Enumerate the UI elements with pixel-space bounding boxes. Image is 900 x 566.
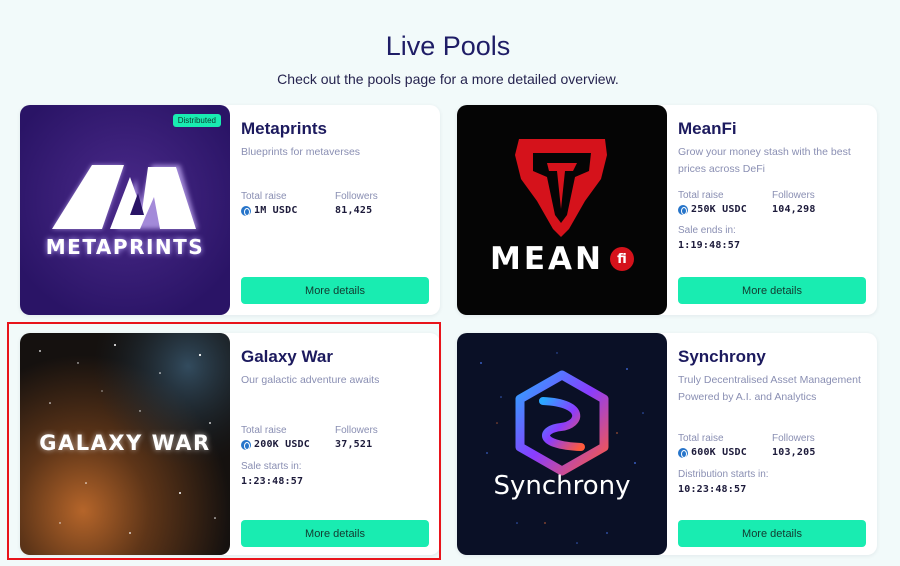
timer-label: Distribution starts in: bbox=[678, 469, 769, 480]
pool-name: Synchrony bbox=[678, 347, 766, 366]
metaprints-logo-image: METAPRINTS Distributed bbox=[20, 105, 230, 315]
followers-label: Followers bbox=[772, 433, 815, 444]
total-raise-value: 250K USDC bbox=[678, 204, 747, 215]
pool-description: Our galactic adventure awaits bbox=[241, 374, 380, 386]
followers-label: Followers bbox=[772, 190, 815, 201]
synchrony-logo-image: Synchrony bbox=[457, 333, 667, 555]
more-details-button[interactable]: More details bbox=[678, 520, 866, 547]
pool-description: Truly Decentralised Asset Management Pow… bbox=[678, 374, 861, 403]
metaprints-logo bbox=[20, 105, 230, 315]
usdc-coin-icon bbox=[241, 205, 251, 216]
meanfi-logo-text: MEAN fi bbox=[457, 241, 667, 277]
total-raise-label: Total raise bbox=[678, 433, 724, 444]
usdc-coin-icon bbox=[678, 204, 688, 215]
timer-label: Sale ends in: bbox=[678, 225, 736, 236]
page-title: Live Pools bbox=[385, 31, 511, 61]
pool-name: Galaxy War bbox=[241, 347, 333, 366]
pool-description: Grow your money stash with the best pric… bbox=[678, 146, 851, 175]
synchrony-logo-text: Synchrony bbox=[493, 471, 631, 501]
timer-value: 1:23:48:57 bbox=[241, 476, 304, 487]
timer-value: 1:19:48:57 bbox=[678, 240, 741, 251]
pool-card-synchrony[interactable]: Synchrony Synchrony Truly Decentralised … bbox=[457, 333, 877, 555]
more-details-button[interactable]: More details bbox=[678, 277, 866, 304]
page-subtitle: Check out the pools page for a more deta… bbox=[277, 71, 619, 87]
total-raise-value: 1M USDC bbox=[241, 205, 298, 216]
pool-name: MeanFi bbox=[678, 119, 737, 138]
pool-card-galaxy-war[interactable]: GALAXY WAR Galaxy War Our galactic adven… bbox=[20, 333, 440, 555]
followers-value: 37,521 bbox=[335, 439, 373, 450]
followers-label: Followers bbox=[335, 191, 378, 202]
more-details-button[interactable]: More details bbox=[241, 520, 429, 547]
meanfi-logo bbox=[457, 105, 667, 315]
pool-card-meanfi[interactable]: MEAN fi MeanFi Grow your money stash wit… bbox=[457, 105, 877, 315]
total-raise-value: 200K USDC bbox=[241, 439, 310, 450]
followers-label: Followers bbox=[335, 425, 378, 436]
synchrony-logo bbox=[457, 333, 667, 555]
usdc-coin-icon bbox=[241, 439, 251, 450]
status-badge: Distributed bbox=[172, 114, 221, 127]
timer-label: Sale starts in: bbox=[241, 461, 302, 472]
pool-name: Metaprints bbox=[241, 119, 327, 138]
more-details-button[interactable]: More details bbox=[241, 277, 429, 304]
total-raise-value: 600K USDC bbox=[678, 447, 747, 458]
total-raise-label: Total raise bbox=[241, 425, 287, 436]
timer-value: 10:23:48:57 bbox=[678, 484, 747, 495]
metaprints-logo-text: METAPRINTS bbox=[45, 235, 205, 259]
galaxy-war-logo-text: GALAXY WAR bbox=[39, 431, 211, 455]
usdc-coin-icon bbox=[678, 447, 688, 458]
meanfi-logo-image: MEAN fi bbox=[457, 105, 667, 315]
pool-description: Blueprints for metaverses bbox=[241, 146, 361, 158]
followers-value: 81,425 bbox=[335, 205, 373, 216]
followers-value: 104,298 bbox=[772, 204, 816, 215]
total-raise-label: Total raise bbox=[678, 190, 724, 201]
followers-value: 103,205 bbox=[772, 447, 816, 458]
galaxy-war-logo-image: GALAXY WAR bbox=[20, 333, 230, 555]
pool-card-metaprints[interactable]: METAPRINTS Distributed Metaprints Bluepr… bbox=[20, 105, 440, 315]
total-raise-label: Total raise bbox=[241, 191, 287, 202]
